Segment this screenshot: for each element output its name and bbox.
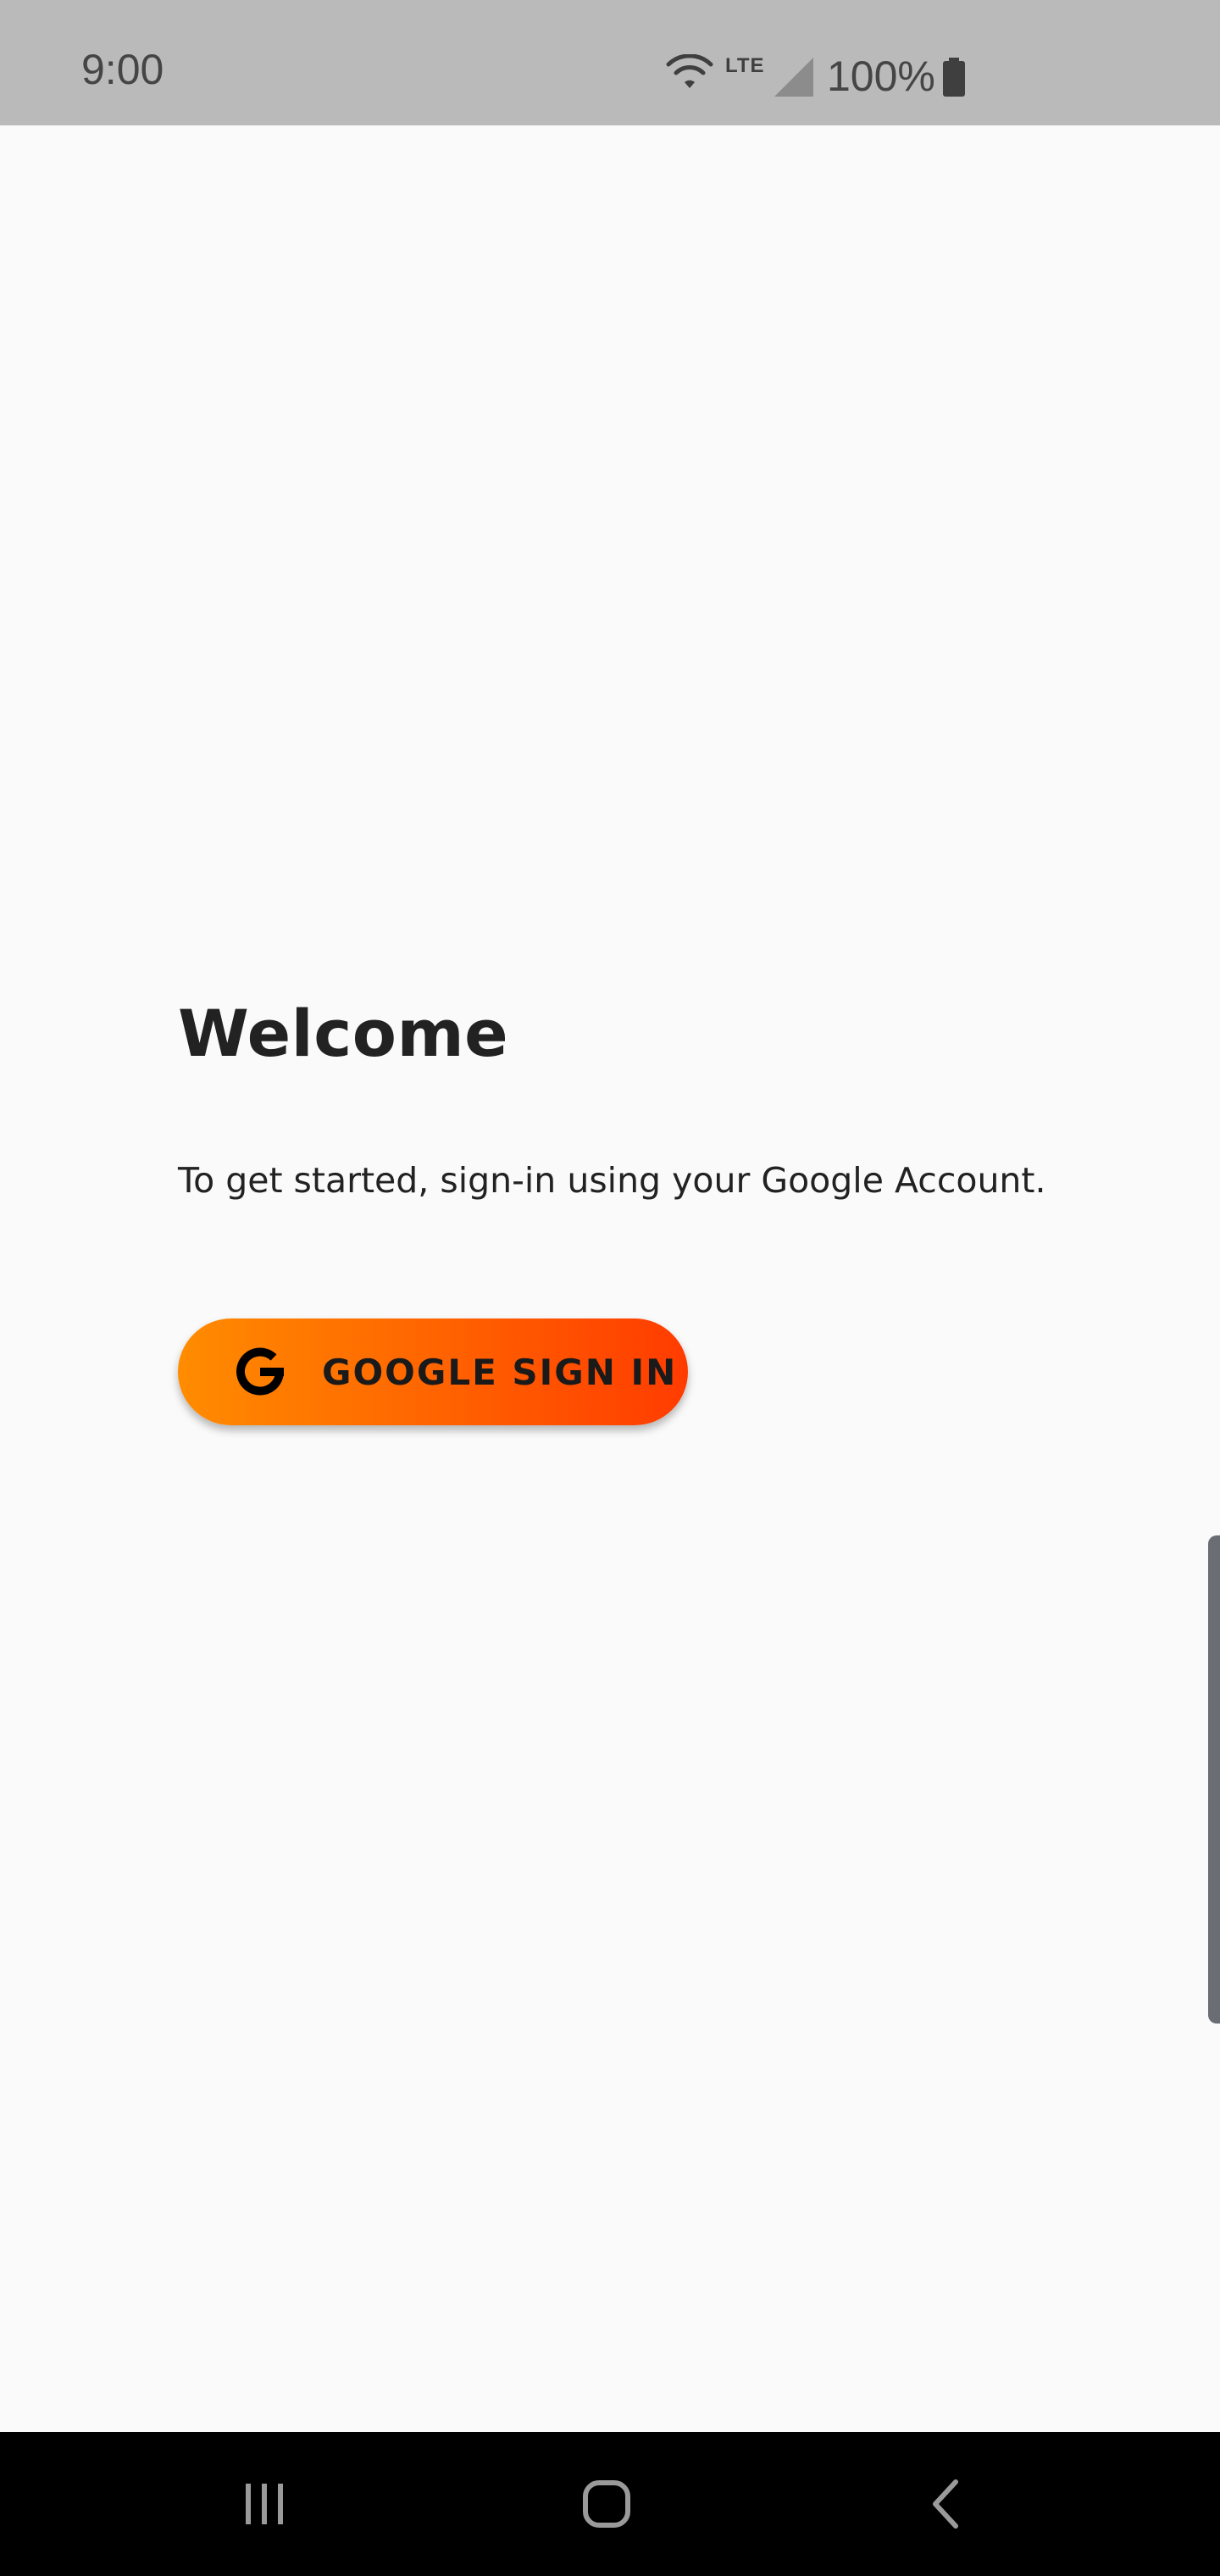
- home-icon: [583, 2480, 630, 2528]
- google-g-icon: [236, 1347, 284, 1396]
- page-title: Welcome: [178, 996, 509, 1071]
- signal-icon: [774, 58, 813, 97]
- welcome-subtitle: To get started, sign-in using your Googl…: [178, 1160, 1046, 1201]
- battery-icon: [943, 58, 965, 97]
- battery-percent: 100%: [827, 53, 935, 100]
- status-time: 9:00: [81, 46, 164, 93]
- navigation-bar: [0, 2432, 1220, 2576]
- home-button[interactable]: [556, 2457, 657, 2551]
- sign-in-button-label: GOOGLE SIGN IN: [322, 1352, 678, 1393]
- network-type-label: LTE: [725, 54, 765, 77]
- google-sign-in-button[interactable]: GOOGLE SIGN IN: [178, 1319, 688, 1425]
- back-button[interactable]: [896, 2457, 998, 2551]
- wifi-icon: [666, 54, 713, 88]
- back-icon: [933, 2479, 958, 2529]
- recents-icon: [246, 2484, 283, 2524]
- edge-panel-handle[interactable]: [1208, 1535, 1220, 2024]
- recents-button[interactable]: [214, 2457, 315, 2551]
- status-bar: 9:00 LTE 100%: [0, 0, 1220, 125]
